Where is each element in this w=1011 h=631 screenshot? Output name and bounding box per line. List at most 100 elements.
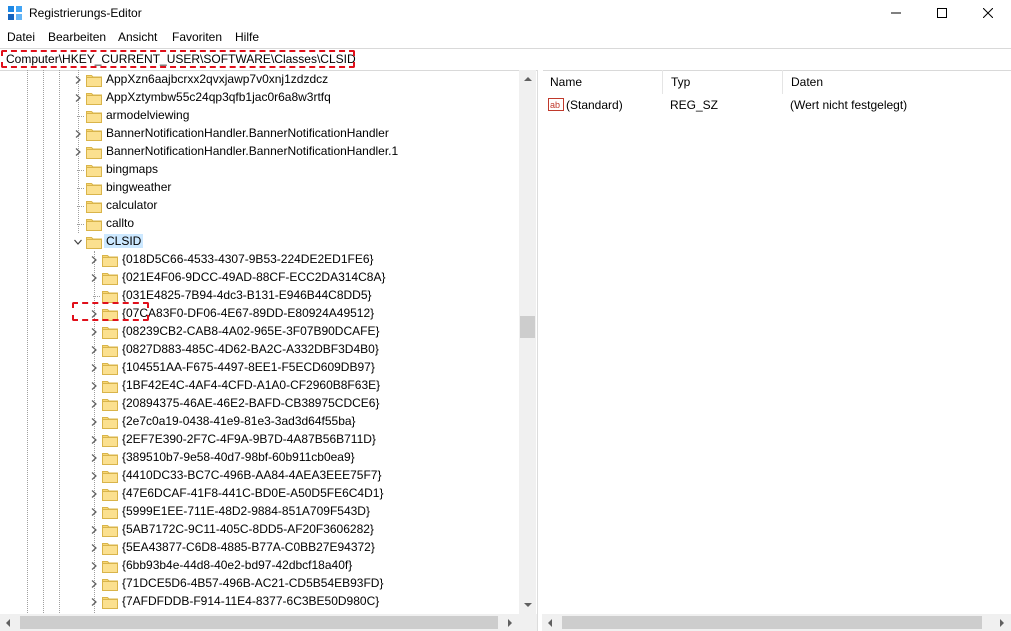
scroll-right-icon[interactable] — [508, 619, 512, 627]
tree-key-label[interactable]: calculator — [106, 198, 157, 212]
tree-subkey[interactable]: {104551AA-F675-4497-8EE1-F5ECD609DB97} — [0, 359, 519, 377]
tree-key-label[interactable]: {1BF42E4C-4AF4-4CFD-A1A0-CF2960B8F63E} — [122, 378, 380, 392]
tree-subkey[interactable]: {1BF42E4C-4AF4-4CFD-A1A0-CF2960B8F63E} — [0, 377, 519, 395]
tree-hscroll-thumb[interactable] — [20, 616, 498, 629]
chevron-right-icon[interactable] — [72, 146, 84, 158]
chevron-right-icon[interactable] — [88, 380, 100, 392]
tree-key-label[interactable]: callto — [106, 216, 134, 230]
tree-key-label[interactable]: {5AB7172C-9C11-405C-8DD5-AF20F3606282} — [122, 522, 374, 536]
tree-key[interactable]: bingmaps — [0, 161, 519, 179]
tree-key[interactable]: bingweather — [0, 179, 519, 197]
tree-key[interactable]: callto — [0, 215, 519, 233]
chevron-right-icon[interactable] — [88, 254, 100, 266]
tree-key-label[interactable]: {6bb93b4e-44d8-40e2-bd97-42dbcf18a40f} — [122, 558, 352, 572]
minimize-button[interactable] — [873, 0, 919, 26]
tree-key-label[interactable]: {021E4F06-9DCC-49AD-88CF-ECC2DA314C8A} — [122, 270, 385, 284]
tree-key[interactable]: AppXztymbw55c24qp3qfb1jac0r6a8w3rtfq — [0, 89, 519, 107]
chevron-down-icon[interactable] — [72, 236, 84, 248]
column-header-type[interactable]: Typ — [663, 70, 783, 94]
menu-favoriten[interactable]: Favoriten — [172, 30, 222, 44]
tree-subkey[interactable]: {4410DC33-BC7C-496B-AA84-4AEA3EEE75F7} — [0, 467, 519, 485]
chevron-right-icon[interactable] — [88, 596, 100, 608]
chevron-right-icon[interactable] — [88, 362, 100, 374]
tree-subkey[interactable]: {7AFDFDDB-F914-11E4-8377-6C3BE50D980C} — [0, 593, 519, 611]
tree-key-label[interactable]: CLSID — [104, 234, 144, 248]
tree-key[interactable]: BannerNotificationHandler.BannerNotifica… — [0, 143, 519, 161]
tree-subkey[interactable]: {71DCE5D6-4B57-496B-AC21-CD5B54EB93FD} — [0, 575, 519, 593]
menu-bearbeiten[interactable]: Bearbeiten — [48, 30, 106, 44]
tree-key-label[interactable]: {0827D883-485C-4D62-BA2C-A332DBF3D4B0} — [122, 342, 379, 356]
chevron-right-icon[interactable] — [88, 488, 100, 500]
tree-key-label[interactable]: AppXztymbw55c24qp3qfb1jac0r6a8w3rtfq — [106, 90, 331, 104]
tree-key-label[interactable]: {031E4825-7B94-4dc3-B131-E946B44C8DD5} — [122, 288, 372, 302]
tree-horizontal-scrollbar[interactable] — [0, 614, 537, 631]
tree-key-label[interactable]: {2e7c0a19-0438-41e9-81e3-3ad3d64f55ba} — [122, 414, 356, 428]
scroll-up-icon[interactable] — [524, 77, 532, 81]
key-tree[interactable]: AppXzn6aajbcrxx2qvxjawp7v0xnj1zdzdcz AppX… — [0, 70, 537, 631]
value-horizontal-scrollbar[interactable] — [542, 614, 1011, 631]
tree-subkey[interactable]: {6bb93b4e-44d8-40e2-bd97-42dbcf18a40f} — [0, 557, 519, 575]
tree-subkey[interactable]: {2e7c0a19-0438-41e9-81e3-3ad3d64f55ba} — [0, 413, 519, 431]
tree-subkey[interactable]: {47E6DCAF-41F8-441C-BD0E-A50D5FE6C4D1} — [0, 485, 519, 503]
tree-subkey[interactable]: {389510b7-9e58-40d7-98bf-60b911cb0ea9} — [0, 449, 519, 467]
tree-key-label[interactable]: bingmaps — [106, 162, 158, 176]
tree-subkey[interactable]: {5EA43877-C6D8-4885-B77A-C0BB27E94372} — [0, 539, 519, 557]
tree-subkey[interactable]: {018D5C66-4533-4307-9B53-224DE2ED1FE6} — [0, 251, 519, 269]
scroll-left-icon[interactable] — [548, 619, 552, 627]
tree-key-label[interactable]: {20894375-46AE-46E2-BAFD-CB38975CDCE6} — [122, 396, 380, 410]
tree-key-label[interactable]: {47E6DCAF-41F8-441C-BD0E-A50D5FE6C4D1} — [122, 486, 383, 500]
chevron-right-icon[interactable] — [88, 344, 100, 356]
tree-key-label[interactable]: BannerNotificationHandler.BannerNotifica… — [106, 126, 389, 140]
column-header-data[interactable]: Daten — [783, 70, 1011, 94]
chevron-right-icon[interactable] — [88, 398, 100, 410]
tree-vscroll-thumb[interactable] — [520, 316, 535, 338]
chevron-right-icon[interactable] — [72, 74, 84, 86]
tree-subkey[interactable]: {20894375-46AE-46E2-BAFD-CB38975CDCE6} — [0, 395, 519, 413]
chevron-right-icon[interactable] — [88, 470, 100, 482]
chevron-right-icon[interactable] — [88, 326, 100, 338]
chevron-right-icon[interactable] — [88, 452, 100, 464]
close-button[interactable] — [965, 0, 1011, 26]
tree-key-label[interactable]: bingweather — [106, 180, 171, 194]
menu-datei[interactable]: Datei — [7, 30, 35, 44]
address-bar[interactable]: Computer\HKEY_CURRENT_USER\SOFTWARE\Clas… — [0, 48, 1011, 71]
menu-ansicht[interactable]: Ansicht — [118, 30, 157, 44]
tree-key[interactable]: calculator — [0, 197, 519, 215]
tree-key-label[interactable]: {71DCE5D6-4B57-496B-AC21-CD5B54EB93FD} — [122, 576, 383, 590]
chevron-right-icon[interactable] — [72, 128, 84, 140]
tree-key[interactable]: BannerNotificationHandler.BannerNotifica… — [0, 125, 519, 143]
maximize-button[interactable] — [919, 0, 965, 26]
value-row[interactable]: ab (Standard) REG_SZ (Wert nicht festgel… — [542, 96, 1011, 114]
tree-key[interactable]: CLSID — [0, 233, 519, 251]
scroll-down-icon[interactable] — [524, 603, 532, 607]
scroll-right-icon[interactable] — [1000, 619, 1004, 627]
chevron-right-icon[interactable] — [88, 524, 100, 536]
tree-subkey[interactable]: {5999E1EE-711E-48D2-9884-851A709F543D} — [0, 503, 519, 521]
tree-subkey[interactable]: {021E4F06-9DCC-49AD-88CF-ECC2DA314C8A} — [0, 269, 519, 287]
value-hscroll-thumb[interactable] — [562, 616, 982, 629]
tree-key-label[interactable]: {2EF7E390-2F7C-4F9A-9B7D-4A87B56B711D} — [122, 432, 376, 446]
tree-key[interactable]: AppXzn6aajbcrxx2qvxjawp7v0xnj1zdzdcz — [0, 71, 519, 89]
scroll-left-icon[interactable] — [6, 619, 10, 627]
tree-key-label[interactable]: {104551AA-F675-4497-8EE1-F5ECD609DB97} — [122, 360, 375, 374]
chevron-right-icon[interactable] — [88, 578, 100, 590]
tree-key-label[interactable]: {07CA83F0-DF06-4E67-89DD-E80924A49512} — [122, 306, 374, 320]
chevron-right-icon[interactable] — [88, 542, 100, 554]
tree-subkey[interactable]: {5AB7172C-9C11-405C-8DD5-AF20F3606282} — [0, 521, 519, 539]
tree-key-label[interactable]: {4410DC33-BC7C-496B-AA84-4AEA3EEE75F7} — [122, 468, 382, 482]
chevron-right-icon[interactable] — [72, 92, 84, 104]
chevron-right-icon[interactable] — [88, 272, 100, 284]
chevron-right-icon[interactable] — [88, 434, 100, 446]
tree-key-label[interactable]: {5999E1EE-711E-48D2-9884-851A709F543D} — [122, 504, 370, 518]
chevron-right-icon[interactable] — [88, 506, 100, 518]
value-list[interactable]: Name Typ Daten ab (Standard) REG_SZ (Wer… — [542, 70, 1011, 631]
tree-key-label[interactable]: {018D5C66-4533-4307-9B53-224DE2ED1FE6} — [122, 252, 374, 266]
tree-key-label[interactable]: {7AFDFDDB-F914-11E4-8377-6C3BE50D980C} — [122, 594, 379, 608]
tree-subkey[interactable]: {08239CB2-CAB8-4A02-965E-3F07B90DCAFE} — [0, 323, 519, 341]
chevron-right-icon[interactable] — [88, 560, 100, 572]
tree-key-label[interactable]: BannerNotificationHandler.BannerNotifica… — [106, 144, 398, 158]
tree-subkey[interactable]: {2EF7E390-2F7C-4F9A-9B7D-4A87B56B711D} — [0, 431, 519, 449]
tree-key-label[interactable]: {389510b7-9e58-40d7-98bf-60b911cb0ea9} — [122, 450, 355, 464]
tree-key-label[interactable]: {08239CB2-CAB8-4A02-965E-3F07B90DCAFE} — [122, 324, 379, 338]
column-header-name[interactable]: Name — [542, 70, 663, 94]
